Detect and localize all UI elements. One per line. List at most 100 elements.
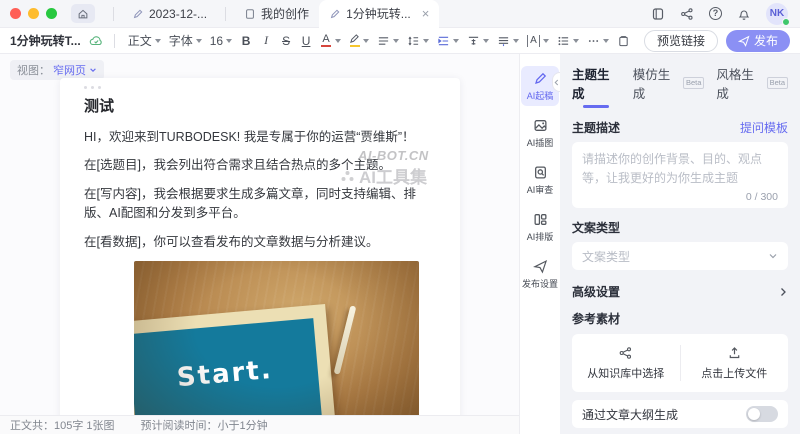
help-icon[interactable]: ? bbox=[709, 7, 722, 20]
tab-topic-generation[interactable]: 主题生成 bbox=[572, 64, 621, 108]
tab-style-generation[interactable]: 风格生成Beta bbox=[716, 64, 788, 102]
char-counter: 0 / 300 bbox=[746, 191, 778, 203]
doc-paragraph[interactable]: 在[写内容]，我会根据要求生成多篇文章，同时支持编辑、排版、AI配图和分发到多平… bbox=[84, 185, 436, 224]
share-nodes-icon[interactable] bbox=[680, 7, 694, 21]
upload-icon bbox=[727, 346, 742, 360]
highlight-color-dropdown[interactable] bbox=[346, 31, 372, 51]
ai-draft-panel: 主题生成 模仿生成Beta 风格生成Beta 主题描述 提问模板 0 / 300… bbox=[560, 54, 800, 434]
doc-paragraph[interactable]: 在[看数据]，你可以查看发布的文章数据与分析建议。 bbox=[84, 233, 436, 252]
font-size-dropdown[interactable]: 16 bbox=[207, 31, 235, 51]
highlighter-icon bbox=[349, 34, 360, 48]
paragraph-style-value: 正文 bbox=[128, 32, 152, 49]
vertical-align-dropdown[interactable] bbox=[464, 31, 492, 51]
topic-description-card: 0 / 300 bbox=[572, 142, 788, 208]
tab-recent-doc[interactable]: 2023-12-... bbox=[122, 0, 217, 28]
nav-item-ai-layout[interactable]: AI排版 bbox=[521, 207, 559, 247]
preview-link-label: 预览链接 bbox=[657, 32, 705, 49]
paragraph-style-dropdown[interactable]: 正文 bbox=[125, 31, 164, 51]
page-decoration-dots bbox=[84, 86, 436, 89]
document-page[interactable]: 测试 HI，欢迎来到TURBODESK! 我是专属于你的运营“贾维斯”！ 在[选… bbox=[60, 78, 460, 415]
copy-type-label: 文案类型 bbox=[572, 219, 620, 236]
doc-heading[interactable]: 测试 bbox=[84, 95, 436, 116]
format-painter-button[interactable] bbox=[614, 31, 633, 51]
formatting-toolbar: 1分钟玩转T... 正文 字体 16 B I S U A A 预览链接 发布 bbox=[0, 28, 800, 54]
close-window-button[interactable] bbox=[10, 8, 21, 19]
doc-paragraph[interactable]: HI，欢迎来到TURBODESK! 我是专属于你的运营“贾维斯”！ bbox=[84, 128, 436, 147]
tab-label: 风格生成 bbox=[716, 64, 764, 102]
paragraph-spacing-dropdown[interactable] bbox=[494, 31, 522, 51]
toggle-knob bbox=[748, 408, 760, 420]
strikethrough-button[interactable]: S bbox=[277, 31, 295, 51]
minimize-window-button[interactable] bbox=[28, 8, 39, 19]
doc-title: 1分钟玩转T... bbox=[10, 32, 81, 49]
letter-spacing-dropdown[interactable]: A bbox=[524, 31, 552, 51]
copy-type-select[interactable]: 文案类型 bbox=[572, 242, 788, 270]
view-mode-dropdown[interactable]: 视图： 窄网页 bbox=[10, 60, 104, 80]
panel-collapse-handle[interactable] bbox=[552, 72, 560, 92]
format-painter-icon bbox=[617, 35, 630, 47]
nav-label: AI排版 bbox=[527, 230, 554, 243]
paper-plane-icon bbox=[533, 259, 548, 274]
reference-material-card: 从知识库中选择 点击上传文件 bbox=[572, 334, 788, 392]
advanced-settings-row[interactable]: 高级设置 bbox=[572, 283, 788, 300]
tab-label: 2023-12-... bbox=[149, 7, 207, 21]
tab-label: 1分钟玩转... bbox=[346, 5, 411, 22]
publish-button[interactable]: 发布 bbox=[726, 30, 790, 52]
layout-icon bbox=[533, 212, 548, 227]
beta-badge: Beta bbox=[683, 77, 704, 89]
topic-description-input[interactable] bbox=[572, 142, 788, 190]
send-icon bbox=[738, 35, 750, 47]
inline-image-start-card[interactable]: Start. bbox=[134, 261, 419, 415]
tab-my-creations[interactable]: 我的创作 bbox=[234, 0, 319, 28]
bell-icon[interactable] bbox=[737, 7, 751, 21]
outline-toggle-label: 通过文章大纲生成 bbox=[582, 406, 678, 423]
pencil-icon bbox=[132, 8, 144, 20]
text-color-dropdown[interactable]: A bbox=[317, 31, 344, 51]
doc-search-icon bbox=[533, 165, 548, 180]
nav-item-ai-review[interactable]: AI审查 bbox=[521, 160, 559, 200]
divider bbox=[113, 7, 114, 21]
read-time: 预计阅读时间：小于1分钟 bbox=[141, 417, 268, 433]
pencil-icon bbox=[329, 8, 341, 20]
cloud-synced-icon bbox=[89, 34, 104, 47]
bold-button[interactable]: B bbox=[237, 31, 255, 51]
outline-generation-row: 通过文章大纲生成 bbox=[572, 400, 788, 428]
editor-canvas: 视图： 窄网页 测试 HI，欢迎来到TURBODESK! 我是专属于你的运营“贾… bbox=[0, 54, 519, 415]
bold-icon: B bbox=[240, 34, 252, 48]
line-height-icon bbox=[407, 35, 420, 47]
font-family-dropdown[interactable]: 字体 bbox=[166, 31, 205, 51]
doc-paragraph[interactable]: 在[选题目]，我会列出符合需求且结合热点的多个主题。 bbox=[84, 156, 436, 175]
question-template-link[interactable]: 提问模板 bbox=[740, 119, 788, 136]
outline-toggle[interactable] bbox=[746, 406, 778, 422]
line-height-dropdown[interactable] bbox=[404, 31, 432, 51]
indent-dropdown[interactable] bbox=[434, 31, 462, 51]
preview-link-button[interactable]: 预览链接 bbox=[644, 30, 718, 52]
beta-badge: Beta bbox=[767, 77, 788, 89]
maximize-window-button[interactable] bbox=[46, 8, 57, 19]
nav-item-publish-settings[interactable]: 发布设置 bbox=[521, 254, 559, 294]
window-top-bar: 2023-12-... 我的创作 1分钟玩转... × ? NK bbox=[0, 0, 800, 28]
nav-item-ai-illustration[interactable]: AI插图 bbox=[521, 113, 559, 153]
avatar[interactable]: NK bbox=[766, 3, 788, 25]
kb-button-label: 从知识库中选择 bbox=[587, 365, 664, 381]
indent-icon bbox=[437, 35, 450, 47]
advanced-settings-label: 高级设置 bbox=[572, 283, 620, 300]
upload-file-button[interactable]: 点击上传文件 bbox=[681, 346, 789, 381]
tab-label: 主题生成 bbox=[572, 64, 621, 102]
list-dropdown[interactable] bbox=[554, 31, 582, 51]
select-from-knowledge-base-button[interactable]: 从知识库中选择 bbox=[572, 346, 680, 381]
reader-icon[interactable] bbox=[651, 7, 665, 21]
tab-label: 模仿生成 bbox=[633, 64, 681, 102]
home-button[interactable] bbox=[71, 4, 95, 23]
tab-label: 我的创作 bbox=[261, 5, 309, 22]
tab-imitation-generation[interactable]: 模仿生成Beta bbox=[633, 64, 705, 102]
image-icon bbox=[533, 118, 548, 133]
align-dropdown[interactable] bbox=[374, 31, 402, 51]
document-icon bbox=[244, 8, 256, 20]
underline-button[interactable]: U bbox=[297, 31, 315, 51]
close-tab-icon[interactable]: × bbox=[422, 7, 430, 20]
tab-current-doc[interactable]: 1分钟玩转... × bbox=[319, 0, 439, 28]
italic-button[interactable]: I bbox=[257, 31, 275, 51]
chevron-down-icon bbox=[768, 251, 778, 261]
more-tools-dropdown[interactable] bbox=[584, 31, 612, 51]
